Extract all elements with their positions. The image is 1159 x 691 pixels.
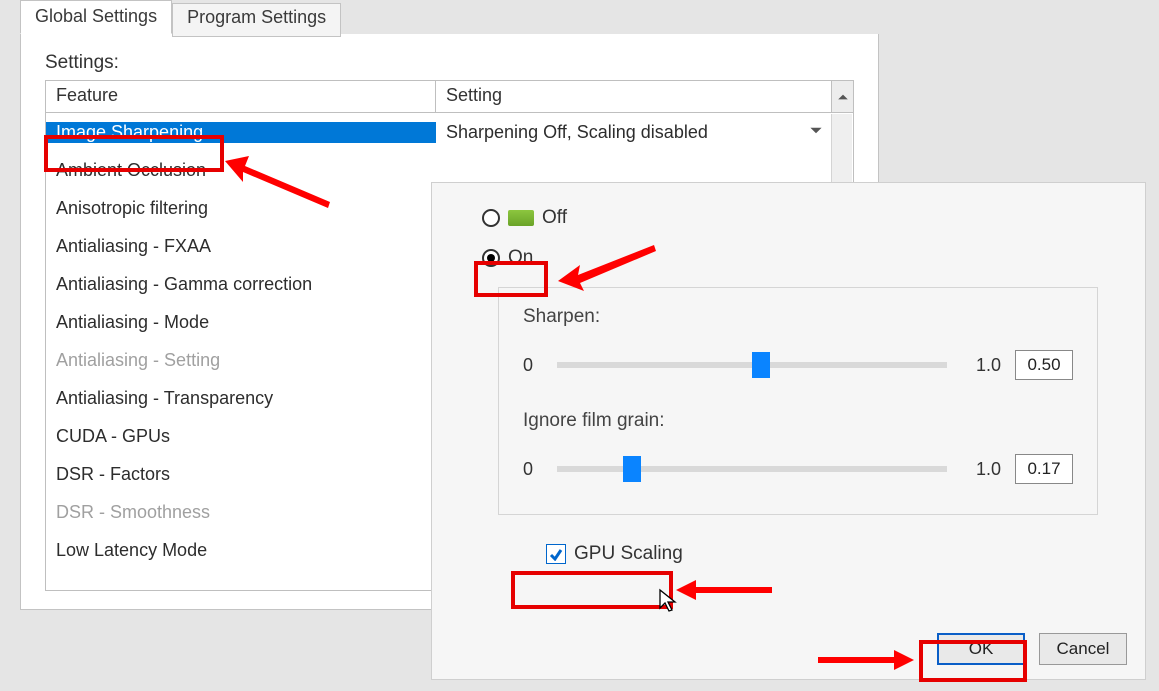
setting-image-sharpening-dropdown[interactable]: Sharpening Off, Scaling disabled [436,122,853,143]
gpu-scaling-row[interactable]: GPU Scaling [546,543,1117,565]
sharpen-slider[interactable] [557,362,947,368]
sharpen-label: Sharpen: [523,306,1073,328]
feature-anisotropic-filtering[interactable]: Anisotropic filtering [46,198,436,219]
sharpen-slider-thumb[interactable] [752,352,770,378]
grain-min: 0 [523,459,543,480]
table-row[interactable]: Image Sharpening Sharpening Off, Scaling… [46,113,853,151]
settings-tabs: Global Settings Program Settings [20,0,341,34]
ok-button[interactable]: OK [937,633,1025,665]
radio-off-label: Off [542,207,567,229]
settings-label: Settings: [45,52,854,74]
sharpen-value[interactable]: 0.50 [1015,350,1073,380]
tab-global-settings[interactable]: Global Settings [20,0,172,34]
chevron-down-icon[interactable] [809,122,823,143]
column-header-feature[interactable]: Feature [46,81,436,112]
gpu-scaling-label: GPU Scaling [574,543,683,565]
feature-image-sharpening[interactable]: Image Sharpening [46,122,436,143]
setting-value: Sharpening Off, Scaling disabled [446,122,708,142]
tab-program-settings[interactable]: Program Settings [172,3,341,37]
sharpen-max: 1.0 [961,355,1001,376]
cancel-button[interactable]: Cancel [1039,633,1127,665]
radio-off-row[interactable]: Off [482,207,1117,229]
chevron-up-icon [837,91,849,103]
grain-slider-thumb[interactable] [623,456,641,482]
grain-value[interactable]: 0.17 [1015,454,1073,484]
feature-antialiasing-transparency[interactable]: Antialiasing - Transparency [46,388,436,409]
feature-dsr-factors[interactable]: DSR - Factors [46,464,436,485]
image-sharpening-popup: Off On Sharpen: 0 1.0 0.50 Ignore film g… [431,182,1146,680]
sharpen-min: 0 [523,355,543,376]
feature-cuda-gpus[interactable]: CUDA - GPUs [46,426,436,447]
feature-low-latency-mode[interactable]: Low Latency Mode [46,540,436,561]
radio-on[interactable] [482,249,500,267]
column-header-setting[interactable]: Setting [436,81,831,112]
radio-off[interactable] [482,209,500,227]
checkmark-icon [549,547,563,561]
feature-antialiasing-setting[interactable]: Antialiasing - Setting [46,350,436,371]
grain-slider[interactable] [557,466,947,472]
grain-label: Ignore film grain: [523,410,1073,432]
gpu-scaling-checkbox[interactable] [546,544,566,564]
feature-ambient-occlusion[interactable]: Ambient Occlusion [46,160,436,181]
feature-antialiasing-gamma[interactable]: Antialiasing - Gamma correction [46,274,436,295]
nvidia-chip-icon [508,210,534,226]
feature-dsr-smoothness[interactable]: DSR - Smoothness [46,502,436,523]
radio-on-label: On [508,247,533,269]
feature-antialiasing-fxaa[interactable]: Antialiasing - FXAA [46,236,436,257]
feature-antialiasing-mode[interactable]: Antialiasing - Mode [46,312,436,333]
radio-on-row[interactable]: On [482,247,1117,269]
grain-max: 1.0 [961,459,1001,480]
on-section: Sharpen: 0 1.0 0.50 Ignore film grain: 0… [498,287,1098,515]
scroll-up-button[interactable] [831,81,853,112]
